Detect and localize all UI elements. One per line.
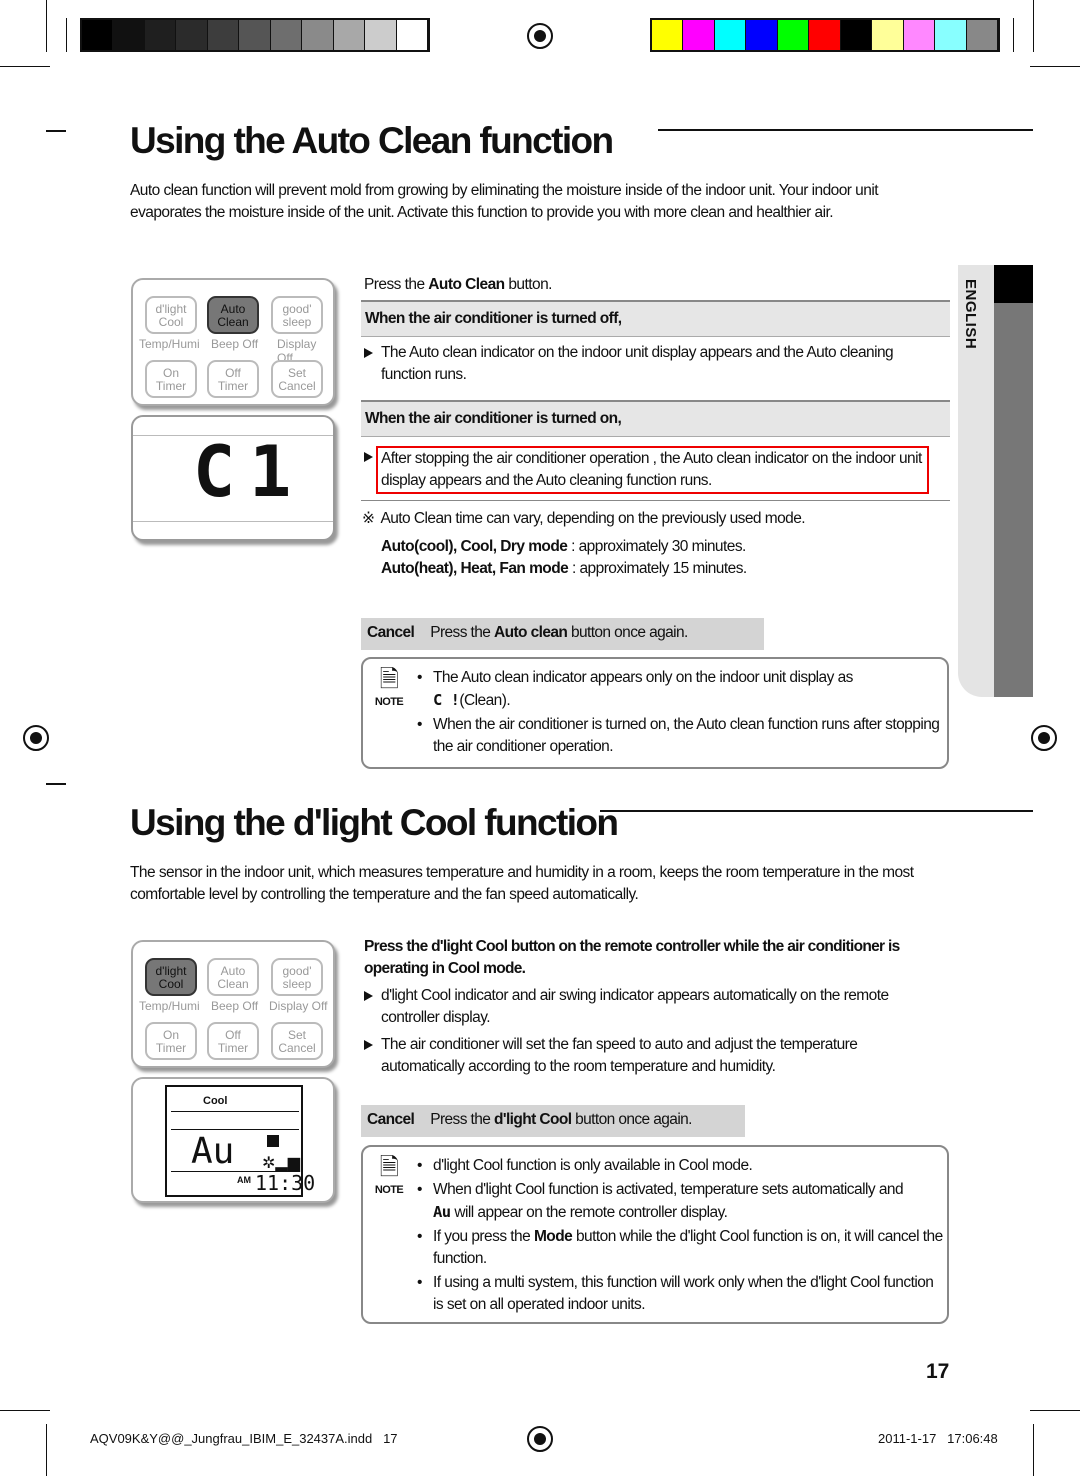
color-swatch <box>302 20 334 50</box>
remote-display: Cool Au ✲▂▆ AM 11:30 <box>131 1077 335 1203</box>
color-swatch <box>113 20 145 50</box>
off-bullet: The Auto clean indicator on the indoor u… <box>364 342 924 386</box>
press-instruction: Press the d'light Cool button on the rem… <box>364 938 900 977</box>
remote-button-panel: d'light Cool Auto Clean good' sleep Temp/Hu… <box>131 940 335 1068</box>
color-swatch <box>777 20 810 50</box>
note-icon: 🗎 NOTE <box>374 666 404 709</box>
color-swatch <box>652 20 684 50</box>
bullet: The air conditioner will set the fan spe… <box>364 1034 904 1078</box>
color-swatch <box>207 20 240 50</box>
color-swatch <box>840 20 873 50</box>
section-title: Using the d'light Cool function <box>130 802 619 843</box>
time-line-1: Auto(cool), Cool, Dry mode : approximate… <box>381 538 746 555</box>
color-swatch <box>935 20 967 50</box>
press-instruction: Press the Auto Clean button. <box>364 276 552 293</box>
color-swatch <box>239 20 271 50</box>
off-header: When the air conditioner is turned off, <box>361 300 950 337</box>
registration-mark-icon <box>527 23 553 49</box>
registration-mark-icon <box>23 725 49 751</box>
language-label: ENGLISH <box>962 279 979 350</box>
color-swatch <box>365 20 397 50</box>
color-swatch <box>872 20 904 50</box>
color-swatch <box>683 20 715 50</box>
language-tab: ENGLISH <box>958 265 1033 697</box>
time-line-2: Auto(heat), Heat, Fan mode : approximate… <box>381 560 747 577</box>
note-icon: 🗎 NOTE <box>374 1154 404 1197</box>
note-box: 🗎NOTE The Auto clean indicator appears o… <box>361 657 949 769</box>
color-swatch <box>396 20 428 50</box>
color-swatch <box>809 20 841 50</box>
color-swatch <box>903 20 936 50</box>
color-swatch <box>333 20 366 50</box>
remote-button-panel: d'light Cool Auto Clean good' sleep Temp/Hu… <box>131 278 335 406</box>
note-box: 🗎NOTE d'light Cool function is only avai… <box>361 1145 949 1324</box>
color-swatch <box>82 20 114 50</box>
footer-file: AQV09K&Y@@_Jungfrau_IBIM_E_32437A.indd 1… <box>90 1431 398 1446</box>
on-header: When the air conditioner is turned on, <box>361 400 950 437</box>
cancel-bar: Cancel Press the d'light Cool button once… <box>361 1105 745 1137</box>
color-bar <box>650 18 1000 52</box>
color-swatch <box>714 20 747 50</box>
time-note: ※ Auto Clean time can vary, depending on … <box>362 510 806 527</box>
page-number: 17 <box>926 1360 950 1383</box>
color-swatch <box>270 20 303 50</box>
registration-mark-icon <box>1031 725 1057 751</box>
cancel-bar: Cancel Press the Auto clean button once a… <box>361 618 764 650</box>
color-swatch <box>144 20 177 50</box>
registration-mark-icon <box>527 1426 553 1452</box>
grayscale-bar <box>80 18 430 52</box>
footer-date: 2011-1-17 17:06:48 <box>878 1431 998 1446</box>
color-swatch <box>746 20 778 50</box>
color-swatch <box>966 20 998 50</box>
bullet: d'light Cool indicator and air swing ind… <box>364 985 924 1029</box>
section-title: Using the Auto Clean function <box>130 120 614 161</box>
color-swatch <box>176 20 208 50</box>
intro-text: Auto clean function will prevent mold fr… <box>130 182 879 221</box>
indoor-display: C1 <box>131 415 335 541</box>
on-bullet: After stopping the air conditioner opera… <box>364 446 929 494</box>
intro-text: The sensor in the indoor unit, which mea… <box>130 864 914 903</box>
